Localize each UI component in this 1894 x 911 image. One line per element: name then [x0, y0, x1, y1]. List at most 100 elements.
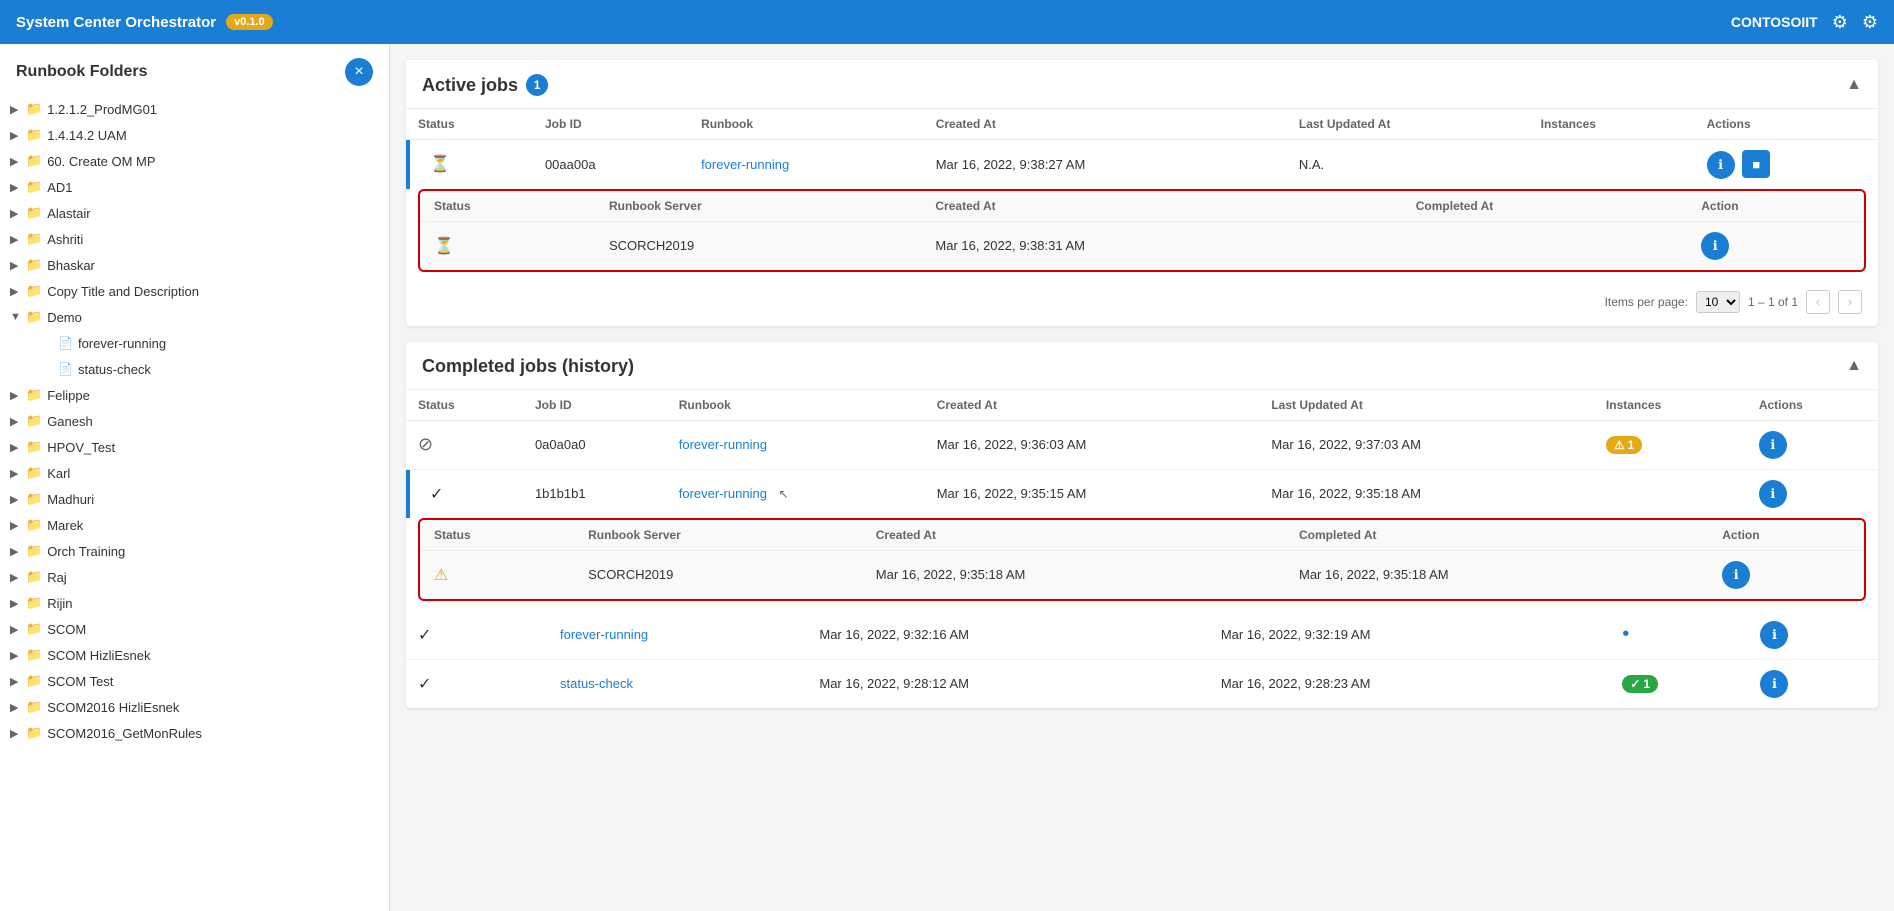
sidebar-item-bhaskar[interactable]: ▶📁Bhaskar [0, 252, 389, 278]
table-row: ⏳ 00aa00a forever-running Mar 16, 2022, … [406, 140, 1878, 189]
pagination-next-button[interactable]: › [1838, 290, 1862, 314]
info-button[interactable]: ℹ [1759, 431, 1787, 459]
sidebar-item-scom[interactable]: ▶📁SCOM [0, 616, 389, 642]
folder-icon: 📁 [26, 387, 42, 403]
sidebar-item-ad1[interactable]: ▶📁AD1 [0, 174, 389, 200]
company-name: CONTOSOIIT [1731, 14, 1818, 30]
sidebar-item-label: 60. Create OM MP [47, 154, 155, 169]
runbook-link[interactable]: status-check [560, 676, 633, 691]
folder-icon: 📁 [26, 517, 42, 533]
sub-table-header-row: Status Runbook Server Created At Complet… [420, 520, 1864, 551]
row-indicator [406, 470, 410, 518]
sub-col-completed-at: Completed At [1402, 191, 1688, 222]
folder-icon: 📁 [26, 309, 42, 325]
actions-cell: ℹ [1747, 469, 1878, 518]
chevron-icon: ▶ [10, 181, 26, 194]
chevron-icon: ▶ [10, 493, 26, 506]
sidebar-item-label: Bhaskar [47, 258, 95, 273]
pagination-prev-button[interactable]: ‹ [1806, 290, 1830, 314]
active-jobs-table: Status Job ID Runbook Created At Last Up… [406, 109, 1878, 189]
chevron-icon: ▶ [10, 519, 26, 532]
completed-jobs-section: Completed jobs (history) ▲ Status Job ID… [406, 342, 1878, 708]
actions-cell: ℹ ■ [1695, 140, 1878, 189]
runbook-cell: status-check [548, 659, 807, 708]
sidebar-item-label: Alastair [47, 206, 90, 221]
sidebar-item-scom-hizliesnek[interactable]: ▶📁SCOM HizliEsnek [0, 642, 389, 668]
sidebar-item-hpov_test[interactable]: ▶📁HPOV_Test [0, 434, 389, 460]
completed-jobs-title: Completed jobs (history) [422, 356, 634, 377]
instances-warning-badge: ⚠ 1 [1606, 436, 1642, 454]
folder-icon: 📁 [26, 569, 42, 585]
app-title: System Center Orchestrator [16, 14, 216, 31]
sub-col-created-at: Created At [921, 191, 1401, 222]
items-per-page-select[interactable]: 10 25 50 [1696, 291, 1740, 313]
info-button[interactable]: ℹ [1760, 621, 1788, 649]
sidebar-item-copy-title-and-description[interactable]: ▶📁Copy Title and Description [0, 278, 389, 304]
folder-icon: 📁 [26, 153, 42, 169]
folder-icon: 📁 [26, 231, 42, 247]
sub-col-action: Action [1687, 191, 1864, 222]
completed-jobs-collapse-button[interactable]: ▲ [1846, 357, 1862, 375]
status-cell: ✓ [406, 611, 493, 660]
sidebar-item-label: SCOM [47, 622, 86, 637]
sidebar-close-button[interactable]: × [345, 58, 373, 86]
table-row: ✓ forever-running Mar 16, 2022, 9:32:16 … [406, 611, 1878, 660]
created-at-cell: Mar 16, 2022, 9:35:15 AM [925, 469, 1260, 518]
created-at-cell: Mar 16, 2022, 9:32:16 AM [807, 611, 1208, 660]
sub-info-button[interactable]: ℹ [1701, 232, 1729, 260]
sidebar-item-60.-create-om-mp[interactable]: ▶📁60. Create OM MP [0, 148, 389, 174]
last-updated-cell: Mar 16, 2022, 9:37:03 AM [1259, 420, 1594, 469]
sidebar-item-demo[interactable]: ▼📁Demo [0, 304, 389, 330]
sidebar-item-ganesh[interactable]: ▶📁Ganesh [0, 408, 389, 434]
instances-cell [1529, 140, 1695, 189]
folder-icon: 📁 [26, 647, 42, 663]
sidebar-item-madhuri[interactable]: ▶📁Madhuri [0, 486, 389, 512]
sidebar-item-scom2016_getmonrules[interactable]: ▶📁SCOM2016_GetMonRules [0, 720, 389, 746]
sidebar-item-alastair[interactable]: ▶📁Alastair [0, 200, 389, 226]
active-jobs-collapse-button[interactable]: ▲ [1846, 76, 1862, 94]
status-cell: ⊘ [406, 420, 523, 469]
runbook-link[interactable]: forever-running [679, 486, 767, 501]
instances-count: 1 [1628, 438, 1635, 452]
col-last-updated-at: Last Updated At [1287, 109, 1529, 140]
status-cancel-icon: ⊘ [418, 434, 433, 454]
sub-col-status: Status [420, 191, 595, 222]
sidebar-item-ashriti[interactable]: ▶📁Ashriti [0, 226, 389, 252]
folder-icon: 📁 [26, 413, 42, 429]
col-runbook: Runbook [667, 390, 925, 421]
sidebar-item-karl[interactable]: ▶📁Karl [0, 460, 389, 486]
sidebar-item-scom-test[interactable]: ▶📁SCOM Test [0, 668, 389, 694]
sidebar-item-forever-running[interactable]: 📄forever-running [0, 330, 389, 356]
runbook-link[interactable]: forever-running [701, 157, 789, 172]
runbook-link[interactable]: forever-running [679, 437, 767, 452]
runbook-link[interactable]: forever-running [560, 627, 648, 642]
active-jobs-count: 1 [526, 74, 548, 96]
sidebar-item-orch-training[interactable]: ▶📁Orch Training [0, 538, 389, 564]
stop-button[interactable]: ■ [1742, 150, 1770, 178]
sidebar-item-status-check[interactable]: 📄status-check [0, 356, 389, 382]
info-button[interactable]: ℹ [1707, 151, 1735, 179]
sidebar-item-marek[interactable]: ▶📁Marek [0, 512, 389, 538]
sidebar-item-label: Copy Title and Description [47, 284, 199, 299]
folder-icon: 📁 [26, 595, 42, 611]
sub-info-button[interactable]: ℹ [1722, 561, 1750, 589]
col-created-at: Created At [925, 390, 1260, 421]
settings-icon[interactable]: ⚙ [1862, 12, 1878, 33]
info-button[interactable]: ℹ [1759, 480, 1787, 508]
sidebar-item-rijin[interactable]: ▶📁Rijin [0, 590, 389, 616]
sidebar-item-felippe[interactable]: ▶📁Felippe [0, 382, 389, 408]
sidebar-item-1.4.14.2-uam[interactable]: ▶📁1.4.14.2 UAM [0, 122, 389, 148]
chevron-icon: ▶ [10, 701, 26, 714]
actions-cell: ℹ [1748, 659, 1878, 708]
sidebar-item-label: Felippe [47, 388, 90, 403]
items-per-page-label: Items per page: [1605, 295, 1688, 309]
sidebar-item-scom2016-hizliesnek[interactable]: ▶📁SCOM2016 HizliEsnek [0, 694, 389, 720]
gear-icon[interactable]: ⚙ [1832, 12, 1848, 33]
sub-table-header-row: Status Runbook Server Created At Complet… [420, 191, 1864, 222]
cursor-icon: ↖ [779, 487, 789, 501]
info-button[interactable]: ℹ [1760, 670, 1788, 698]
row-indicator [406, 140, 410, 189]
sidebar-item-label: SCOM2016 HizliEsnek [47, 700, 179, 715]
sidebar-item-raj[interactable]: ▶📁Raj [0, 564, 389, 590]
sidebar-item-1.2.1.2_prodmg01[interactable]: ▶📁1.2.1.2_ProdMG01 [0, 96, 389, 122]
